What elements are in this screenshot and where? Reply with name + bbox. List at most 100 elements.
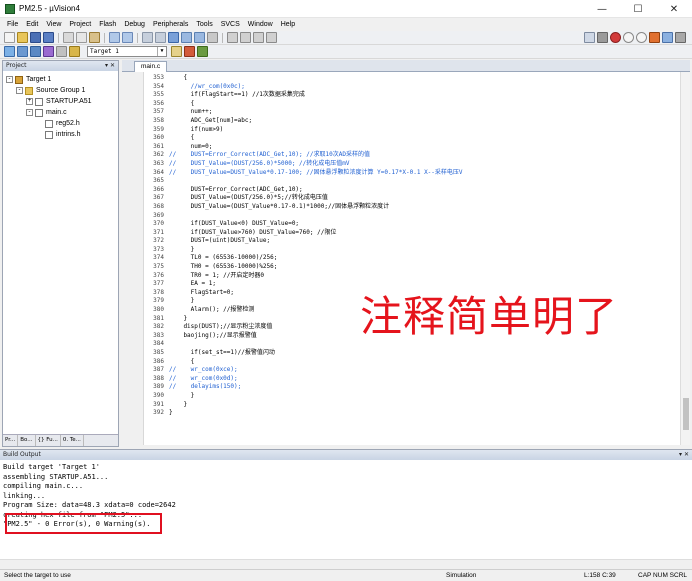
breakpoint-icon[interactable] — [623, 32, 634, 43]
code-lines: 353 {354 //wr_com(0x0c); 355 if(FlagStart… — [144, 74, 680, 418]
maximize-button[interactable]: ☐ — [620, 0, 656, 18]
target-select[interactable]: Target 1 ▼ — [87, 46, 167, 57]
panel-close-icon[interactable]: ▾ ✕ — [105, 61, 115, 71]
menu-edit[interactable]: Edit — [22, 21, 42, 28]
tree-item-intrins[interactable]: intrins.h — [3, 129, 118, 140]
tab-project[interactable]: Pr... — [3, 435, 19, 446]
prev-bookmark-icon[interactable] — [181, 32, 192, 43]
code-text: baojing();//显示报警值 — [169, 331, 257, 339]
tab-templates[interactable]: 0. Te... — [61, 435, 84, 446]
toolbar-separator — [58, 32, 59, 43]
navigate-forward-icon[interactable] — [155, 32, 166, 43]
title-bar: PM2.5 - µVision4 — ☐ ✕ — [0, 0, 692, 18]
uncomment-icon[interactable] — [266, 32, 277, 43]
line-number: 361 — [153, 142, 164, 150]
file-extensions-icon[interactable] — [184, 46, 195, 57]
menu-help[interactable]: Help — [277, 21, 299, 28]
line-number: 389 — [153, 383, 164, 391]
code-line: 390 } — [144, 392, 680, 401]
unindent-icon[interactable] — [240, 32, 251, 43]
tree-item-target[interactable]: - Target 1 — [3, 74, 118, 85]
close-button[interactable]: ✕ — [656, 0, 692, 18]
download-icon[interactable] — [69, 46, 80, 57]
tab-functions[interactable]: {} Fu... — [36, 435, 61, 446]
menu-view[interactable]: View — [42, 21, 65, 28]
code-line: 354 //wr_com(0x0c); — [144, 83, 680, 92]
batch-build-icon[interactable] — [43, 46, 54, 57]
menu-peripherals[interactable]: Peripherals — [149, 21, 192, 28]
find-in-files-icon[interactable] — [597, 32, 608, 43]
line-number: 362 — [153, 151, 164, 159]
code-line: 364 // DUST_Value=DUST_Value*0.17-100; //… — [144, 169, 680, 178]
build-output-horizontal-scrollbar[interactable] — [0, 559, 692, 569]
indent-icon[interactable] — [227, 32, 238, 43]
translate-icon[interactable] — [4, 46, 15, 57]
app-icon — [5, 3, 15, 14]
code-text: DUST_Value=(DUST/256.0)*5;//转化成电压值 — [169, 194, 328, 202]
menu-flash[interactable]: Flash — [95, 21, 120, 28]
menu-file[interactable]: File — [3, 21, 22, 28]
bookmark-icon[interactable] — [168, 32, 179, 43]
disable-breakpoint-icon[interactable] — [636, 32, 647, 43]
code-editor[interactable]: 353 {354 //wr_com(0x0c); 355 if(FlagStart… — [122, 72, 680, 445]
code-text: if(DUST_Value>760) DUST_Value=760; //限位 — [169, 228, 337, 236]
code-text: ADC_Get[num]=abc; — [169, 116, 253, 124]
tree-item-startup[interactable]: + STARTUP.A51 — [3, 96, 118, 107]
collapse-icon[interactable]: - — [6, 76, 13, 83]
scrollbar-thumb[interactable] — [683, 398, 689, 430]
tab-main-c[interactable]: main.c — [134, 61, 168, 72]
menu-svcs[interactable]: SVCS — [217, 21, 244, 28]
paste-icon[interactable] — [89, 32, 100, 43]
find-combo-icon[interactable] — [584, 32, 595, 43]
code-text: { — [169, 99, 195, 107]
expand-icon[interactable]: + — [26, 98, 33, 105]
menu-window[interactable]: Window — [244, 21, 277, 28]
line-number: 383 — [153, 331, 164, 339]
rebuild-icon[interactable] — [30, 46, 41, 57]
line-number: 375 — [153, 263, 164, 271]
chevron-down-icon[interactable]: ▼ — [157, 47, 166, 56]
debug-session-icon[interactable] — [610, 32, 621, 43]
line-number: 360 — [153, 134, 164, 142]
code-line: 365 — [144, 177, 680, 186]
open-folder-icon[interactable] — [17, 32, 28, 43]
line-number: 366 — [153, 185, 164, 193]
collapse-icon[interactable]: - — [16, 87, 23, 94]
clear-bookmarks-icon[interactable] — [207, 32, 218, 43]
tree-item-reg52[interactable]: reg52.h — [3, 118, 118, 129]
window-layout-icon[interactable] — [662, 32, 673, 43]
save-icon[interactable] — [30, 32, 41, 43]
code-line: 370 if(DUST_Value<0) DUST_Value=0; — [144, 220, 680, 229]
line-number: 356 — [153, 99, 164, 107]
menu-debug[interactable]: Debug — [120, 21, 149, 28]
code-text: Alarm(); //报警检测 — [169, 306, 255, 314]
copy-icon[interactable] — [76, 32, 87, 43]
save-all-icon[interactable] — [43, 32, 54, 43]
panel-close-icon[interactable]: ▾ ✕ — [679, 450, 689, 460]
tree-item-main-c[interactable]: - main.c — [3, 107, 118, 118]
project-panel: Project ▾ ✕ - Target 1 - Source Group 1 … — [2, 60, 119, 447]
tree-item-source-group[interactable]: - Source Group 1 — [3, 85, 118, 96]
menu-tools[interactable]: Tools — [192, 21, 216, 28]
next-bookmark-icon[interactable] — [194, 32, 205, 43]
tab-books[interactable]: Bo... — [18, 435, 36, 446]
build-icon[interactable] — [17, 46, 28, 57]
configure-icon[interactable] — [675, 32, 686, 43]
menu-project[interactable]: Project — [65, 21, 95, 28]
build-line: assembling STARTUP.A51... — [3, 472, 109, 481]
editor-vertical-scrollbar[interactable] — [680, 72, 690, 445]
collapse-icon[interactable]: - — [26, 109, 33, 116]
new-file-icon[interactable] — [4, 32, 15, 43]
kill-breakpoints-icon[interactable] — [649, 32, 660, 43]
manage-components-icon[interactable] — [197, 46, 208, 57]
comment-icon[interactable] — [253, 32, 264, 43]
line-number: 385 — [153, 349, 164, 356]
minimize-button[interactable]: — — [584, 0, 620, 18]
cut-icon[interactable] — [63, 32, 74, 43]
navigate-back-icon[interactable] — [142, 32, 153, 43]
target-options-icon[interactable] — [171, 46, 182, 57]
undo-icon[interactable] — [109, 32, 120, 43]
stop-build-icon[interactable] — [56, 46, 67, 57]
redo-icon[interactable] — [122, 32, 133, 43]
build-output-header: Build Output ▾ ✕ — [0, 450, 692, 460]
